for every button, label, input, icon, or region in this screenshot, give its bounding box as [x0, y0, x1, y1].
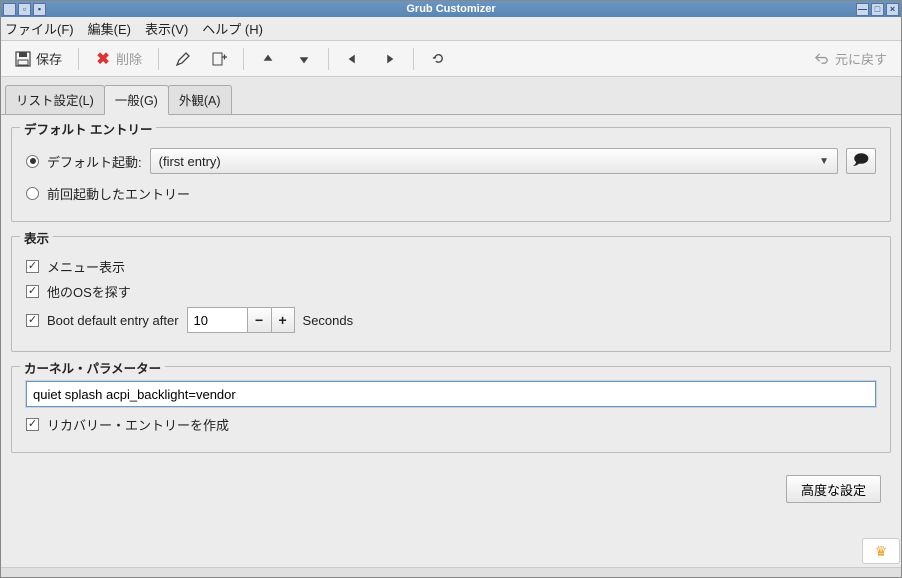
- timeout-stepper: − +: [187, 307, 295, 333]
- revert-label: 元に戻す: [835, 49, 887, 68]
- tabbar: リスト設定(L) 一般(G) 外観(A): [1, 77, 901, 114]
- toolbar-separator: [78, 48, 79, 70]
- app-menu-icon[interactable]: [3, 3, 16, 16]
- timeout-minus-button[interactable]: −: [247, 307, 271, 333]
- save-icon: [15, 51, 31, 67]
- label-show-menu: メニュー表示: [47, 257, 125, 276]
- maximize-icon[interactable]: □: [871, 3, 884, 16]
- radio-default-boot[interactable]: [26, 155, 39, 168]
- tab-general[interactable]: 一般(G): [104, 85, 169, 115]
- combo-default-value: (first entry): [159, 154, 221, 169]
- tab-list[interactable]: リスト設定(L): [5, 85, 105, 114]
- add-script-icon: [211, 51, 227, 67]
- statusbar: [1, 567, 901, 577]
- menubar: ファイル(F) 編集(E) 表示(V) ヘルプ (H): [1, 17, 901, 41]
- revert-icon: [814, 51, 830, 67]
- legend-kernel: カーネル・パラメーター: [20, 358, 165, 377]
- move-up-button[interactable]: [252, 45, 284, 73]
- group-display: 表示 メニュー表示 他のOSを探す Boot default entry aft…: [11, 236, 891, 352]
- toolbar-separator: [243, 48, 244, 70]
- crown-icon: ♛: [875, 543, 888, 560]
- arrow-down-icon: [296, 51, 312, 67]
- label-recovery: リカバリー・エントリーを作成: [47, 415, 229, 434]
- radio-last-boot[interactable]: [26, 187, 39, 200]
- footer: 高度な設定: [11, 467, 891, 511]
- kernel-params-input[interactable]: [26, 381, 876, 407]
- label-boot-after: Boot default entry after: [47, 313, 179, 328]
- speech-bubble-icon: 🗩: [853, 149, 869, 173]
- notification-badge[interactable]: ♛: [862, 538, 900, 564]
- titlebar-right-controls: — □ ×: [854, 3, 901, 16]
- menu-view[interactable]: 表示(V): [145, 19, 188, 38]
- toolbar-separator: [413, 48, 414, 70]
- reload-icon: [430, 51, 446, 67]
- minimize-icon[interactable]: —: [856, 3, 869, 16]
- menu-help[interactable]: ヘルプ (H): [202, 19, 263, 38]
- titlebar-left-controls: ▫ ▪: [1, 3, 48, 16]
- move-down-button[interactable]: [288, 45, 320, 73]
- nav-forward-button[interactable]: [373, 45, 405, 73]
- timeout-input[interactable]: [187, 307, 247, 333]
- timeout-plus-button[interactable]: +: [271, 307, 295, 333]
- tab-content-general: デフォルト エントリー デフォルト起動: (first entry) ▼ 🗩 前…: [1, 114, 901, 567]
- advanced-button[interactable]: 高度な設定: [786, 475, 881, 503]
- delete-label: 削除: [116, 49, 142, 68]
- chevron-down-icon: ▼: [819, 156, 829, 167]
- nav-back-button[interactable]: [337, 45, 369, 73]
- close-icon[interactable]: ×: [886, 3, 899, 16]
- help-button[interactable]: 🗩: [846, 148, 876, 174]
- menu-edit[interactable]: 編集(E): [88, 19, 131, 38]
- label-seconds: Seconds: [303, 313, 354, 328]
- checkbox-boot-after[interactable]: [26, 314, 39, 327]
- main-window: ▫ ▪ Grub Customizer — □ × ファイル(F) 編集(E) …: [0, 0, 902, 578]
- pencil-icon: [175, 51, 191, 67]
- label-search-os: 他のOSを探す: [47, 282, 131, 301]
- legend-default-entry: デフォルト エントリー: [20, 119, 156, 138]
- tab-appearance[interactable]: 外観(A): [168, 85, 232, 114]
- arrow-up-icon: [260, 51, 276, 67]
- label-default-boot: デフォルト起動:: [47, 152, 142, 171]
- group-kernel: カーネル・パラメーター リカバリー・エントリーを作成: [11, 366, 891, 453]
- toolbar-separator: [158, 48, 159, 70]
- checkbox-search-os[interactable]: [26, 285, 39, 298]
- save-label: 保存: [36, 49, 62, 68]
- delete-icon: ✖: [95, 51, 111, 67]
- checkbox-show-menu[interactable]: [26, 260, 39, 273]
- group-default-entry: デフォルト エントリー デフォルト起動: (first entry) ▼ 🗩 前…: [11, 127, 891, 222]
- reload-button[interactable]: [422, 45, 454, 73]
- legend-display: 表示: [20, 228, 53, 247]
- edit-button[interactable]: [167, 45, 199, 73]
- label-last-boot: 前回起動したエントリー: [47, 184, 190, 203]
- titlebar: ▫ ▪ Grub Customizer — □ ×: [1, 1, 901, 17]
- window-title: Grub Customizer: [48, 3, 854, 15]
- new-button[interactable]: [203, 45, 235, 73]
- menu-file[interactable]: ファイル(F): [5, 19, 74, 38]
- unshade-icon[interactable]: ▫: [18, 3, 31, 16]
- combo-default-entry[interactable]: (first entry) ▼: [150, 148, 838, 174]
- arrow-right-icon: [381, 51, 397, 67]
- save-button[interactable]: 保存: [7, 45, 70, 73]
- toolbar: 保存 ✖ 削除: [1, 41, 901, 77]
- revert-button[interactable]: 元に戻す: [806, 45, 895, 73]
- delete-button[interactable]: ✖ 削除: [87, 45, 150, 73]
- arrow-left-icon: [345, 51, 361, 67]
- stick-icon[interactable]: ▪: [33, 3, 46, 16]
- toolbar-separator: [328, 48, 329, 70]
- checkbox-recovery[interactable]: [26, 418, 39, 431]
